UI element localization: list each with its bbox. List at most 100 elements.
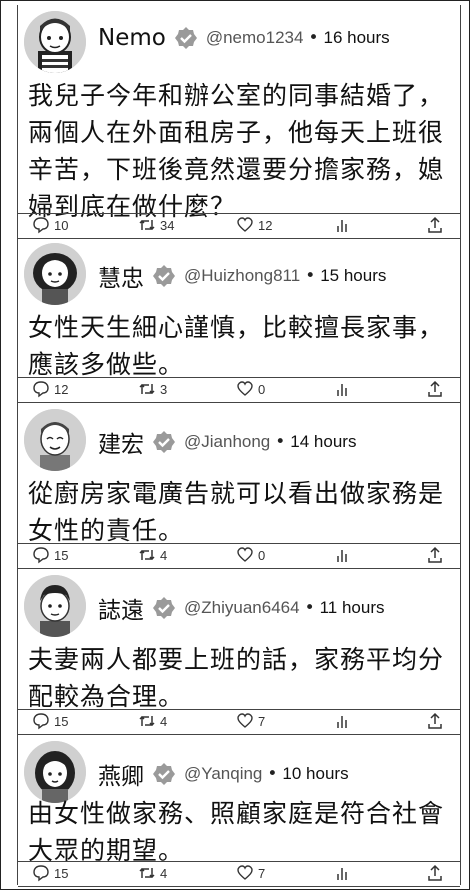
tweet-card[interactable]: 建宏 @Jianhong • 14 hours 從廚房家電廣告就可以看出做家務是… [18, 403, 460, 569]
separator-dot: • [308, 28, 319, 48]
avatar[interactable] [24, 243, 86, 305]
cartoon-man-avatar-icon [24, 11, 86, 73]
retweet-count: 4 [160, 547, 168, 563]
tweet-text: 由女性做家務、照顧家庭是符合社會大眾的期望。 [28, 799, 445, 865]
separator-dot: • [305, 266, 316, 286]
tweet-text: 我兒子今年和辦公室的同事結婚了，兩個人在外面租房子，他每天上班很辛苦，下班後竟然… [28, 81, 445, 221]
retweet-count: 34 [160, 217, 175, 233]
tweet-time[interactable]: 15 hours [320, 266, 386, 286]
tweet-text: 夫妻兩人都要上班的話，家務平均分配較為合理。 [28, 645, 445, 711]
cartoon-young-man-avatar-icon [24, 575, 86, 637]
share-button[interactable] [426, 864, 448, 882]
author-handle[interactable]: @Huizhong811 [184, 266, 300, 286]
reply-button[interactable]: 10 [32, 216, 68, 234]
retweet-icon [139, 715, 155, 727]
separator-dot: • [304, 598, 315, 618]
tweet-header: Nemo @nemo1234 • 16 hours [98, 25, 390, 51]
reply-button[interactable]: 12 [32, 380, 68, 398]
like-button[interactable]: 7 [236, 712, 265, 730]
like-count: 0 [258, 547, 266, 563]
tweet-time[interactable]: 10 hours [282, 764, 348, 784]
retweet-button[interactable]: 34 [138, 216, 174, 234]
author-handle[interactable]: @nemo1234 [206, 28, 304, 48]
avatar[interactable] [24, 11, 86, 73]
share-icon [428, 216, 442, 233]
like-count: 7 [258, 865, 266, 881]
heart-icon [237, 547, 253, 562]
retweet-button[interactable]: 4 [138, 712, 167, 730]
stats-button[interactable] [334, 712, 356, 730]
tweet-text: 從廚房家電廣告就可以看出做家務是女性的責任。 [28, 479, 445, 545]
share-icon [428, 864, 442, 881]
bar-chart-icon [337, 384, 347, 396]
tweet-actions: 15 4 7 [18, 709, 460, 735]
tweet-card[interactable]: 燕卿 @Yanqing • 10 hours 由女性做家務、照顧家庭是符合社會大… [18, 735, 460, 887]
author-handle[interactable]: @Zhiyuan6464 [184, 598, 300, 618]
tweet-header: 慧忠 @Huizhong811 • 15 hours [98, 259, 386, 293]
like-button[interactable]: 0 [236, 380, 265, 398]
tweet-card[interactable]: 慧忠 @Huizhong811 • 15 hours 女性天生細心謹慎，比較擅長… [18, 237, 460, 403]
heart-icon [237, 713, 253, 728]
like-count: 12 [258, 217, 273, 233]
share-button[interactable] [426, 380, 448, 398]
retweet-icon [139, 219, 155, 231]
author-handle[interactable]: @Yanqing [184, 764, 262, 784]
reply-button[interactable]: 15 [32, 864, 68, 882]
reply-icon [33, 217, 49, 234]
author-handle[interactable]: @Jianhong [184, 432, 270, 452]
retweet-count: 3 [160, 381, 168, 397]
retweet-count: 4 [160, 865, 168, 881]
retweet-icon [139, 549, 155, 561]
tweet-time[interactable]: 16 hours [323, 28, 389, 48]
cartoon-woman-avatar-icon [24, 243, 86, 305]
bar-chart-icon [337, 220, 347, 232]
tweet-text: 女性天生細心謹慎，比較擅長家事，應該多做些。 [28, 313, 445, 379]
avatar[interactable] [24, 409, 86, 471]
author-name[interactable]: 燕卿 [98, 757, 144, 791]
tweet-card[interactable]: Nemo @nemo1234 • 16 hours 我兒子今年和辦公室的同事結婚… [18, 5, 460, 239]
like-button[interactable]: 12 [236, 216, 272, 234]
retweet-button[interactable]: 4 [138, 864, 167, 882]
retweet-button[interactable]: 4 [138, 546, 167, 564]
like-button[interactable]: 0 [236, 546, 265, 564]
verified-badge-icon [152, 264, 176, 288]
bar-chart-icon [337, 550, 347, 562]
share-icon [428, 546, 442, 563]
retweet-count: 4 [160, 713, 168, 729]
tweet-header: 誌遠 @Zhiyuan6464 • 11 hours [98, 591, 385, 625]
stats-button[interactable] [334, 216, 356, 234]
separator-dot: • [275, 432, 286, 452]
author-name[interactable]: 建宏 [98, 425, 144, 459]
heart-icon [237, 217, 253, 232]
share-button[interactable] [426, 546, 448, 564]
tweet-feed: Nemo @nemo1234 • 16 hours 我兒子今年和辦公室的同事結婚… [17, 5, 461, 887]
stats-button[interactable] [334, 546, 356, 564]
retweet-icon [139, 383, 155, 395]
tweet-header: 建宏 @Jianhong • 14 hours [98, 425, 356, 459]
separator-dot: • [267, 764, 278, 784]
tweet-card[interactable]: 誌遠 @Zhiyuan6464 • 11 hours 夫妻兩人都要上班的話，家務… [18, 569, 460, 735]
reply-button[interactable]: 15 [32, 712, 68, 730]
author-name[interactable]: 誌遠 [98, 591, 144, 625]
share-button[interactable] [426, 712, 448, 730]
author-name[interactable]: Nemo [98, 25, 166, 51]
share-button[interactable] [426, 216, 448, 234]
reply-count: 12 [54, 381, 69, 397]
like-button[interactable]: 7 [236, 864, 265, 882]
reply-count: 10 [54, 217, 69, 233]
tweet-actions: 15 4 0 [18, 543, 460, 569]
avatar[interactable] [24, 575, 86, 637]
cartoon-girl-avatar-icon [24, 741, 86, 803]
stats-button[interactable] [334, 380, 356, 398]
tweet-actions: 15 4 7 [18, 861, 460, 887]
tweet-actions: 12 3 0 [18, 377, 460, 403]
like-count: 0 [258, 381, 266, 397]
retweet-button[interactable]: 3 [138, 380, 167, 398]
stats-button[interactable] [334, 864, 356, 882]
tweet-time[interactable]: 11 hours [320, 598, 385, 618]
tweet-time[interactable]: 14 hours [290, 432, 356, 452]
avatar[interactable] [24, 741, 86, 803]
author-name[interactable]: 慧忠 [98, 259, 144, 293]
reply-button[interactable]: 15 [32, 546, 68, 564]
tweet-actions: 10 34 12 [18, 213, 460, 239]
